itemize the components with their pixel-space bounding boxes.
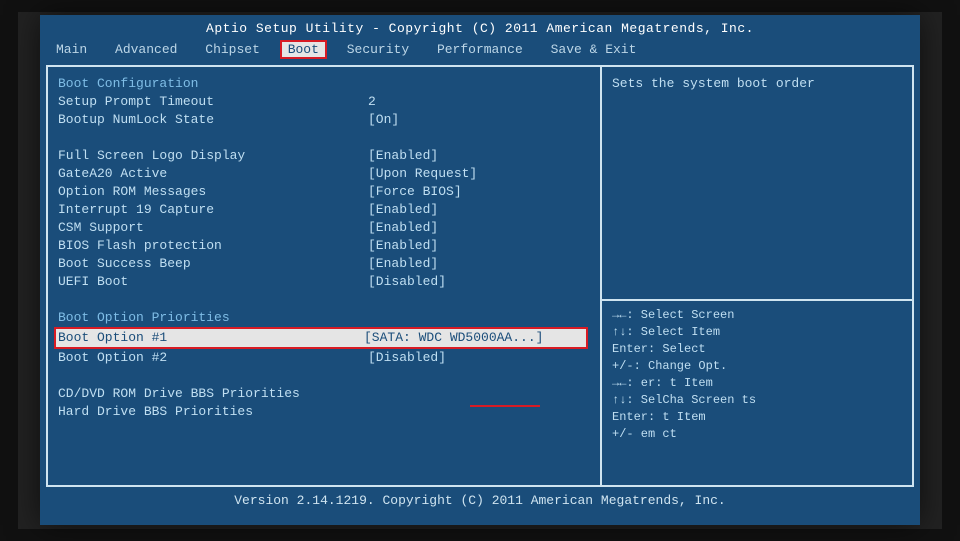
row-boot-option-1[interactable]: Boot Option #1 [SATA: WDC WD5000AA...] [54,327,588,349]
value: [SATA: WDC WD5000AA...] [364,329,543,347]
tab-security[interactable]: Security [339,40,417,59]
value: [Enabled] [368,201,438,219]
tab-advanced[interactable]: Advanced [107,40,185,59]
help-line: +/-: Change Opt. [612,358,902,375]
section-boot-priorities-label: Boot Option Priorities [58,309,368,327]
row-cddvd-bbs[interactable]: CD/DVD ROM Drive BBS Priorities [58,385,596,403]
row-boot-beep[interactable]: Boot Success Beep [Enabled] [58,255,596,273]
value: [Enabled] [368,219,438,237]
label: GateA20 Active [58,165,368,183]
label: Option ROM Messages [58,183,368,201]
label: CD/DVD ROM Drive BBS Priorities [58,385,368,403]
help-line: Enter: t Item [612,409,902,426]
section-boot-config: Boot Configuration [58,75,596,93]
row-bootup-numlock[interactable]: Bootup NumLock State [On] [58,111,596,129]
label: Hard Drive BBS Priorities [58,403,368,421]
annotation-underline [470,405,540,407]
row-fullscreen-logo[interactable]: Full Screen Logo Display [Enabled] [58,147,596,165]
row-boot-option-2[interactable]: Boot Option #2 [Disabled] [58,349,596,367]
label: Full Screen Logo Display [58,147,368,165]
key-help: →←: Select Screen ↑↓: Select Item Enter:… [612,307,902,443]
row-bios-flash[interactable]: BIOS Flash protection [Enabled] [58,237,596,255]
value: [Force BIOS] [368,183,462,201]
tab-chipset[interactable]: Chipset [197,40,268,59]
value: [Enabled] [368,237,438,255]
value: 2 [368,93,376,111]
label: CSM Support [58,219,368,237]
label: Boot Option #1 [58,329,364,347]
section-boot-config-label: Boot Configuration [58,75,368,93]
label: Boot Success Beep [58,255,368,273]
value: [Disabled] [368,349,446,367]
tab-main[interactable]: Main [48,40,95,59]
help-line: +/- em ct [612,426,902,443]
row-setup-prompt-timeout[interactable]: Setup Prompt Timeout 2 [58,93,596,111]
help-line: →←: er: t Item [612,375,902,392]
tab-bar: Main Advanced Chipset Boot Security Perf… [40,36,920,65]
row-int19[interactable]: Interrupt 19 Capture [Enabled] [58,201,596,219]
help-line: ↑↓: SelCha Screen ts [612,392,902,409]
row-option-rom[interactable]: Option ROM Messages [Force BIOS] [58,183,596,201]
label: UEFI Boot [58,273,368,291]
label: Bootup NumLock State [58,111,368,129]
help-line: Enter: Select [612,341,902,358]
row-csm[interactable]: CSM Support [Enabled] [58,219,596,237]
footer-version: Version 2.14.1219. Copyright (C) 2011 Am… [40,487,920,508]
tab-performance[interactable]: Performance [429,40,531,59]
value: [On] [368,111,399,129]
label: Boot Option #2 [58,349,368,367]
help-line: ↑↓: Select Item [612,324,902,341]
help-line: →←: Select Screen [612,307,902,324]
value: [Disabled] [368,273,446,291]
label: Interrupt 19 Capture [58,201,368,219]
label: BIOS Flash protection [58,237,368,255]
label: Setup Prompt Timeout [58,93,368,111]
value: [Enabled] [368,147,438,165]
value: [Upon Request] [368,165,477,183]
title-bar: Aptio Setup Utility - Copyright (C) 2011… [40,15,920,36]
tab-boot[interactable]: Boot [280,40,327,59]
tab-saveexit[interactable]: Save & Exit [543,40,645,59]
section-boot-priorities: Boot Option Priorities [58,309,596,327]
help-pane: Sets the system boot order →←: Select Sc… [600,67,914,485]
row-uefi-boot[interactable]: UEFI Boot [Disabled] [58,273,596,291]
bios-screen: Aptio Setup Utility - Copyright (C) 2011… [40,15,920,525]
item-description: Sets the system boot order [612,75,902,93]
settings-pane: Boot Configuration Setup Prompt Timeout … [46,67,600,485]
row-gatea20[interactable]: GateA20 Active [Upon Request] [58,165,596,183]
value: [Enabled] [368,255,438,273]
